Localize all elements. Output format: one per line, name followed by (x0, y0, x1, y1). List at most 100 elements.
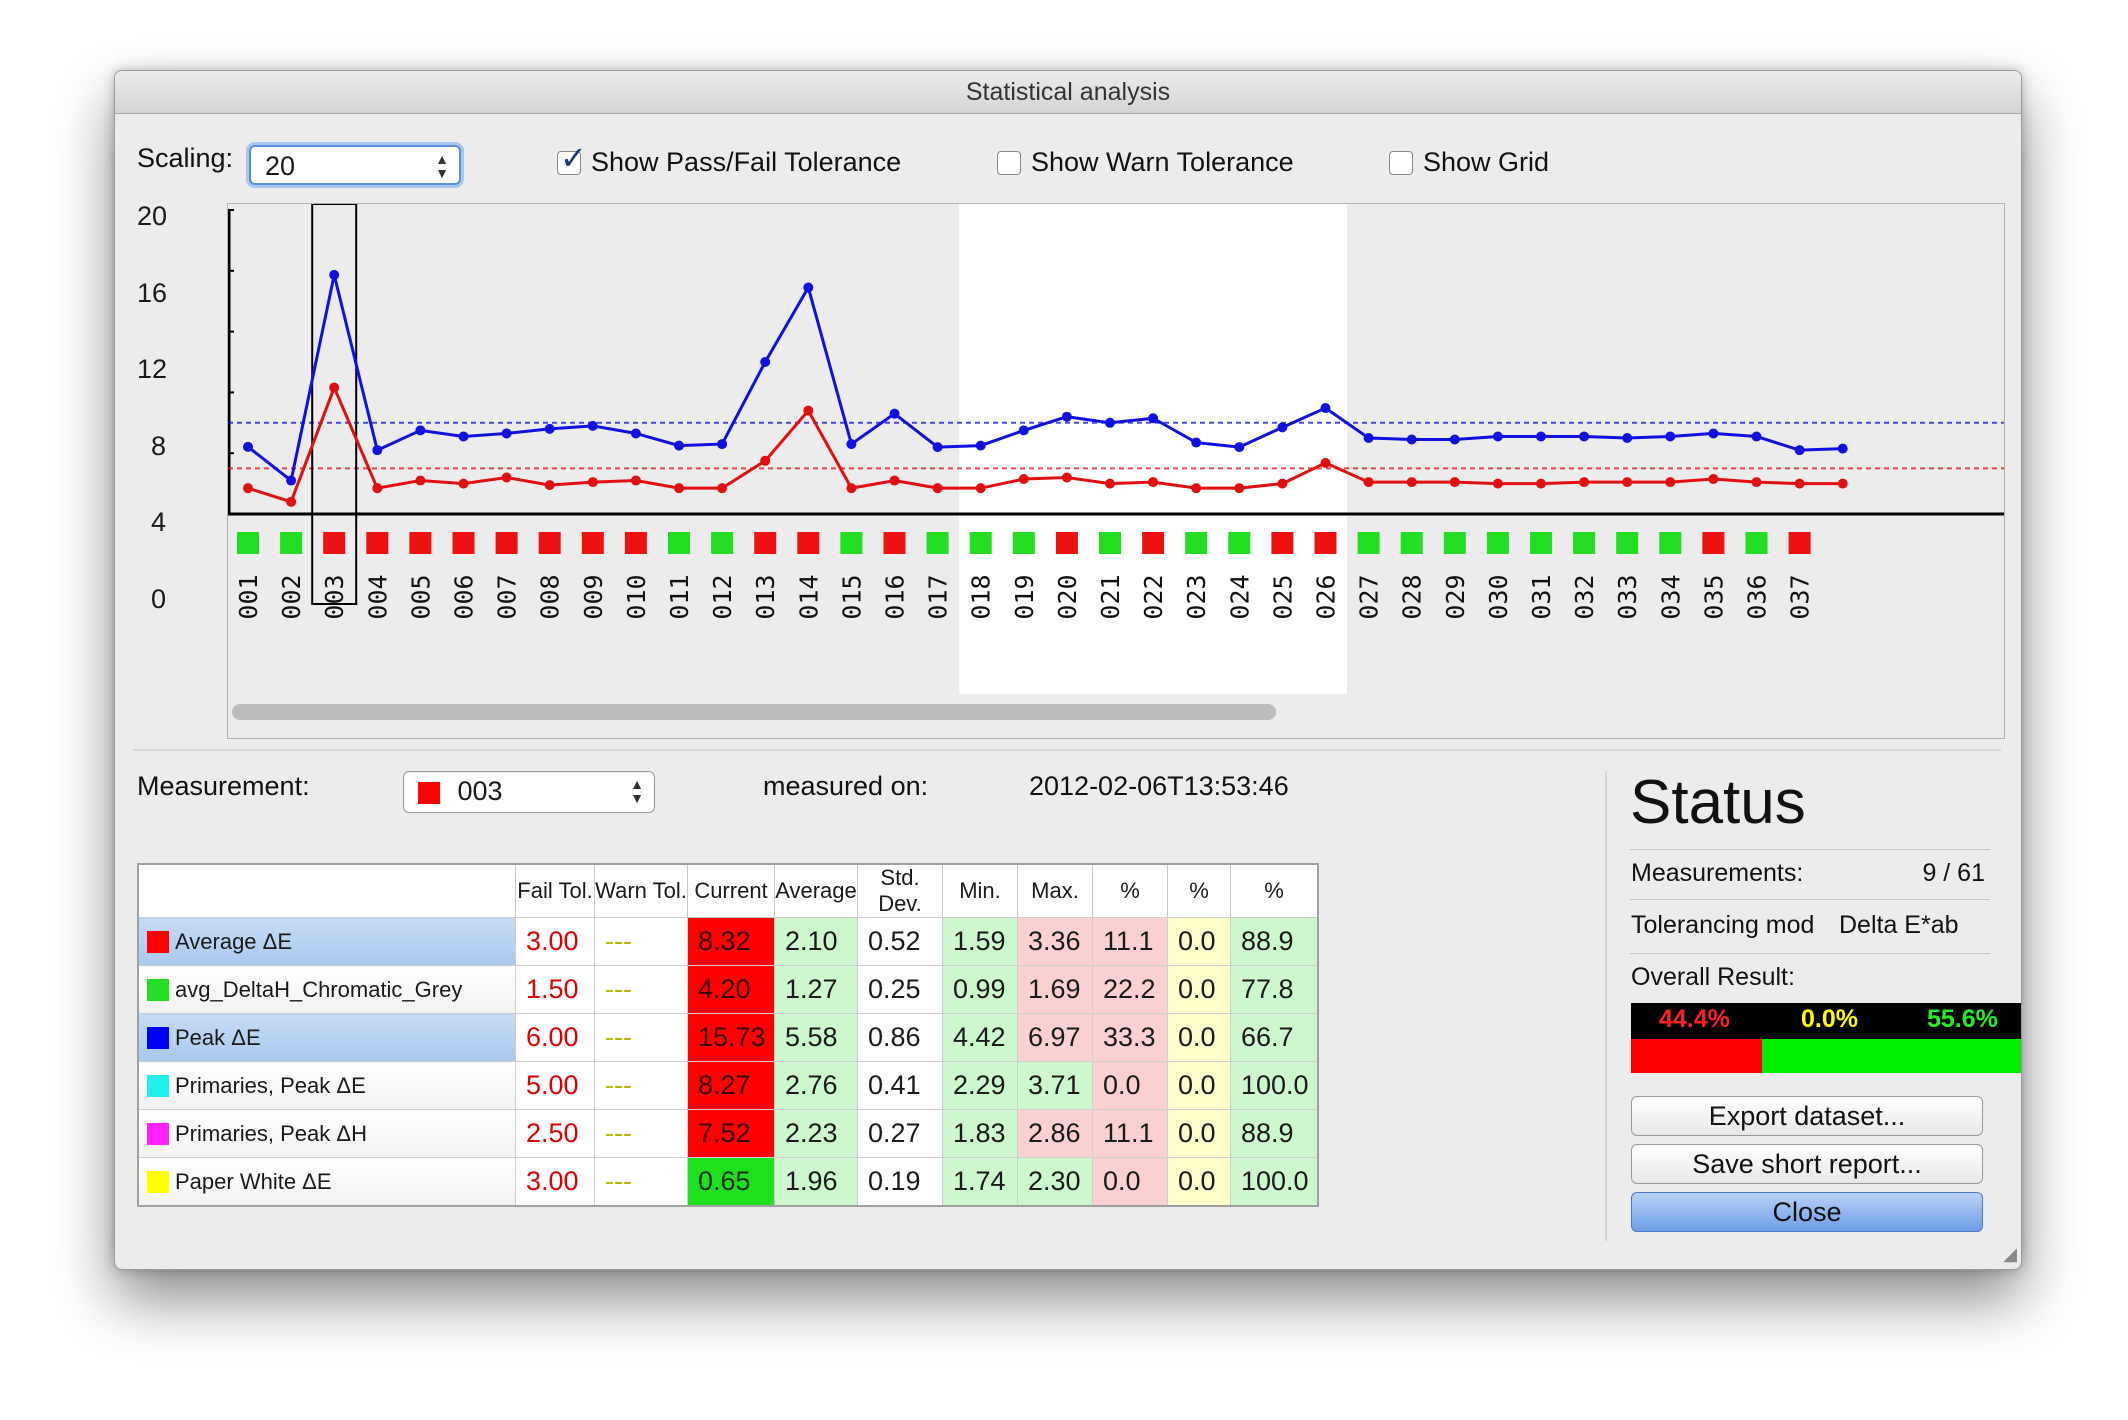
column-header[interactable]: Fail Tol. (515, 864, 595, 918)
scaling-select[interactable]: 20 ▲ ▼ (249, 145, 461, 185)
table-cell: 7.52 (687, 1109, 775, 1158)
measurement-status-square (1616, 532, 1639, 554)
data-point (1708, 428, 1719, 439)
table-row[interactable]: Primaries, Peak ΔH 2.50 --- 7.52 2.23 0.27 1.8… (137, 1109, 1319, 1158)
show-passfail-checkbox[interactable]: ✓ (557, 142, 587, 175)
divider (1630, 899, 1990, 900)
close-button[interactable]: Close (1631, 1192, 1983, 1232)
table-row[interactable]: Average ΔE 3.00 --- 8.32 2.10 0.52 1.59 3.36 11.… (137, 917, 1319, 966)
series-color-swatch (147, 1122, 169, 1145)
show-warn-checkbox[interactable] (997, 151, 1021, 175)
measurement-status-square (1142, 532, 1165, 554)
row-name-cell[interactable]: avg_DeltaH_Chromatic_Grey (137, 965, 516, 1014)
data-point (1794, 478, 1805, 489)
data-point (1191, 483, 1202, 494)
x-tick-label: 022 (1139, 574, 1168, 619)
data-point (1406, 434, 1417, 445)
data-point (803, 405, 814, 416)
x-tick-label: 037 (1786, 574, 1815, 619)
data-point (286, 496, 297, 507)
resize-grip-icon[interactable]: ◢ (2003, 1244, 2017, 1265)
measurement-status-square (538, 532, 561, 554)
column-header[interactable]: % (1167, 864, 1231, 918)
table-cell: 11.1 (1092, 1109, 1168, 1158)
x-tick-label: 013 (751, 574, 780, 619)
x-tick-label: 001 (234, 574, 263, 619)
column-header[interactable]: Std. Dev. (857, 864, 943, 918)
fail-bar-fill (1631, 1039, 1762, 1073)
export-dataset-button[interactable]: Export dataset... (1631, 1096, 1983, 1136)
updown-arrows-icon: ▲ ▼ (435, 151, 449, 181)
table-cell: 2.30 (1017, 1157, 1093, 1207)
column-header[interactable]: Min. (942, 864, 1018, 918)
measurement-color-swatch (418, 782, 440, 804)
x-tick-label: 012 (708, 574, 737, 619)
table-row[interactable]: avg_DeltaH_Chromatic_Grey 1.50 --- 4.20 1.27… (137, 965, 1319, 1014)
row-name-cell[interactable]: Primaries, Peak ΔE (137, 1061, 516, 1110)
x-tick-label: 033 (1613, 574, 1642, 619)
column-header[interactable] (137, 864, 516, 918)
row-name-cell[interactable]: Average ΔE (137, 917, 516, 966)
show-grid-checkbox[interactable] (1389, 151, 1413, 175)
table-cell: 2.76 (774, 1061, 858, 1110)
table-cell: 1.69 (1017, 965, 1093, 1014)
chart-area[interactable]: 001 002 003 004 005 006 007 008 009 010 011 012 013 0… (227, 203, 2005, 739)
table-cell: 8.27 (687, 1061, 775, 1110)
measurement-status-square (711, 532, 734, 554)
table-cell: 15.73 (687, 1013, 775, 1062)
measurement-status-square (668, 532, 690, 554)
column-header[interactable]: % (1092, 864, 1168, 918)
statistics-table: Fail Tol. Warn Tol. Current Average Std.… (137, 863, 1319, 1207)
x-tick-label: 010 (622, 574, 651, 619)
table-cell: 3.36 (1017, 917, 1093, 966)
save-short-report-button[interactable]: Save short report... (1631, 1144, 1983, 1184)
data-point (1492, 478, 1503, 489)
data-point (932, 442, 943, 453)
table-cell: 0.41 (857, 1061, 943, 1110)
data-point (1363, 433, 1374, 443)
x-tick-label: 021 (1096, 574, 1125, 619)
measurement-status-square (969, 532, 992, 554)
data-point (760, 357, 771, 367)
x-tick-label: 009 (579, 574, 608, 619)
warn-percentage: 0.0% (1801, 1005, 1858, 1033)
y-tick-label: 12 (137, 354, 168, 384)
column-header[interactable]: Average (774, 864, 858, 918)
table-cell: 66.7 (1230, 1013, 1319, 1062)
x-tick-label: 031 (1527, 574, 1556, 619)
data-point (415, 475, 426, 486)
table-row[interactable]: Paper White ΔE 3.00 --- 0.65 1.96 0.19 1.74 2.3… (137, 1157, 1319, 1207)
x-tick-label: 023 (1182, 574, 1211, 619)
horizontal-scrollbar[interactable] (232, 704, 1276, 720)
table-cell: 22.2 (1092, 965, 1168, 1014)
row-name-cell[interactable]: Peak ΔE (137, 1013, 516, 1062)
measurement-select[interactable]: 003 ▲ ▼ (403, 771, 655, 813)
column-header[interactable]: Max. (1017, 864, 1093, 918)
column-header[interactable]: Current (687, 864, 775, 918)
table-cell: 0.65 (687, 1157, 775, 1207)
updown-arrows-icon: ▲ ▼ (630, 776, 644, 806)
table-cell: 1.59 (942, 917, 1018, 966)
row-name-cell[interactable]: Paper White ΔE (137, 1157, 516, 1207)
data-point (1536, 478, 1546, 489)
row-name: Primaries, Peak ΔE (175, 1072, 366, 1098)
x-tick-label: 002 (277, 574, 306, 619)
measurement-status-square (926, 532, 949, 554)
table-cell: 0.0 (1167, 917, 1231, 966)
data-point (1363, 477, 1374, 488)
column-header[interactable]: % (1230, 864, 1318, 918)
measurement-status-square (840, 532, 863, 554)
measurement-status-square (1573, 532, 1596, 554)
row-name-cell[interactable]: Primaries, Peak ΔH (137, 1109, 516, 1158)
scaling-label: Scaling: (137, 143, 234, 173)
x-tick-label: 025 (1268, 574, 1297, 619)
table-cell: 0.0 (1167, 1109, 1231, 1158)
table-row[interactable]: Peak ΔE 6.00 --- 15.73 5.58 0.86 4.42 6.97 33.3 0… (137, 1013, 1319, 1062)
data-point (674, 483, 684, 494)
data-point (1406, 477, 1417, 488)
x-tick-label: 005 (406, 574, 435, 619)
statistical-analysis-window: Statistical analysis Scaling: 20 ▲ ▼ ✓ Sh… (114, 70, 2022, 1270)
data-point (501, 428, 512, 439)
table-row[interactable]: Primaries, Peak ΔE 5.00 --- 8.27 2.76 0.41 2.2… (137, 1061, 1319, 1110)
column-header[interactable]: Warn Tol. (594, 864, 688, 918)
